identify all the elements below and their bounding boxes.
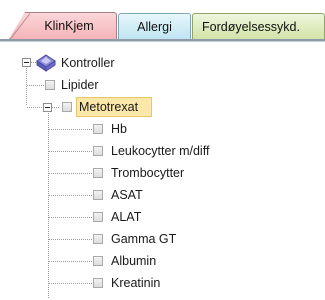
tab-fordoyelsessykd[interactable]: Fordøyelsessykd. bbox=[192, 13, 325, 39]
tab-allergi[interactable]: Allergi bbox=[118, 13, 191, 39]
node-checkbox-icon[interactable] bbox=[45, 80, 55, 90]
tree-node-leukocytter[interactable]: Leukocytter m/diff bbox=[111, 143, 209, 159]
tree-connector bbox=[49, 151, 93, 152]
tree-connector bbox=[49, 239, 93, 240]
tab-strip: KlinKjem Allergi Fordøyelsessykd. bbox=[0, 0, 325, 44]
node-checkbox-icon[interactable] bbox=[93, 190, 103, 200]
tree-node-kontroller[interactable]: Kontroller bbox=[61, 55, 115, 71]
tree-node-hb[interactable]: Hb bbox=[111, 121, 127, 137]
node-checkbox-icon[interactable] bbox=[93, 146, 103, 156]
tree-connector bbox=[49, 195, 93, 196]
node-checkbox-icon[interactable] bbox=[93, 124, 103, 134]
tree-connector bbox=[27, 107, 43, 108]
tree-node-albumin[interactable]: Albumin bbox=[111, 253, 156, 269]
tree-connector bbox=[49, 173, 93, 174]
collapse-toggle-metotrexat[interactable] bbox=[43, 103, 52, 112]
tree-node-trombocytter[interactable]: Trombocytter bbox=[111, 165, 184, 181]
tree-connector bbox=[49, 261, 93, 262]
collapse-toggle-kontroller[interactable] bbox=[22, 58, 31, 67]
tree-connector bbox=[49, 129, 93, 130]
node-checkbox-icon[interactable] bbox=[93, 256, 103, 266]
tree-node-lipider[interactable]: Lipider bbox=[61, 77, 99, 93]
tree-node-kreatinin[interactable]: Kreatinin bbox=[111, 275, 160, 291]
tree-connector bbox=[49, 283, 93, 284]
node-checkbox-icon[interactable] bbox=[93, 168, 103, 178]
tree-node-alat[interactable]: ALAT bbox=[111, 209, 141, 225]
tree-connector bbox=[48, 113, 49, 299]
tree-connector bbox=[26, 68, 27, 106]
tree-node-metotrexat[interactable]: Metotrexat bbox=[79, 99, 138, 115]
tree-node-asat[interactable]: ASAT bbox=[111, 187, 143, 203]
tree-connector bbox=[49, 217, 93, 218]
tab-klinkjem[interactable]: KlinKjem bbox=[9, 12, 117, 39]
tree-connector bbox=[52, 107, 60, 108]
node-checkbox-icon[interactable] bbox=[93, 234, 103, 244]
tree-node-gamma-gt[interactable]: Gamma GT bbox=[111, 231, 176, 247]
node-checkbox-icon[interactable] bbox=[93, 278, 103, 288]
node-checkbox-icon[interactable] bbox=[93, 212, 103, 222]
diamond-folder-icon bbox=[36, 54, 56, 72]
tree-connector bbox=[27, 85, 45, 86]
node-checkbox-icon[interactable] bbox=[62, 102, 72, 112]
